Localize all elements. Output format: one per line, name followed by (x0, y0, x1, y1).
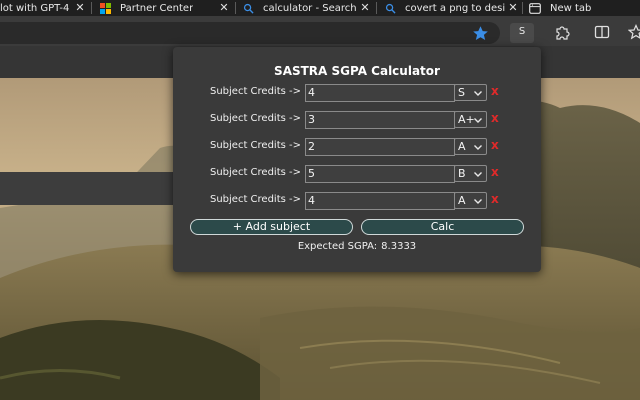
chevron-down-icon (474, 118, 482, 123)
subject-credits-label: Subject Credits -> (209, 167, 301, 178)
tab-png-search[interactable]: covert a png to desi ✕ (385, 0, 521, 16)
address-bar[interactable] (0, 22, 500, 44)
subject-row: Subject Credits -> 4 A x (173, 192, 541, 210)
tab-calculator-search[interactable]: calculator - Search ✕ (243, 0, 373, 16)
grade-select[interactable]: A+ (454, 111, 487, 128)
grade-value: S (458, 86, 465, 99)
credits-input[interactable]: 4 (305, 192, 455, 210)
page-side-panel (0, 172, 180, 205)
sgpa-value: 8.3333 (381, 241, 417, 252)
tab-title: covert a png to desi (405, 2, 506, 14)
credits-input[interactable]: 3 (305, 111, 455, 129)
subject-credits-label: Subject Credits -> (209, 194, 301, 205)
sgpa-label: Expected SGPA: (297, 241, 378, 252)
tab-title: lot with GPT-4 (0, 2, 70, 14)
browser-toolbar: S (0, 16, 640, 46)
popup-title: SASTRA SGPA Calculator (274, 64, 440, 78)
add-subject-button[interactable]: + Add subject (190, 219, 353, 235)
grade-select[interactable]: B (454, 165, 487, 182)
tab-new-tab[interactable]: New tab (529, 0, 640, 16)
extensions-puzzle-icon[interactable] (554, 24, 570, 40)
grade-value: A (458, 194, 466, 207)
expected-sgpa: Expected SGPA: 8.3333 (173, 241, 541, 252)
tab-divider (522, 2, 523, 14)
credits-input[interactable]: 2 (305, 138, 455, 156)
sgpa-extension-button[interactable]: S (510, 23, 534, 43)
favorites-icon[interactable] (628, 24, 640, 40)
grade-value: A (458, 140, 466, 153)
chevron-down-icon (474, 199, 482, 204)
tab-divider (235, 2, 236, 14)
tab-title: New tab (550, 2, 592, 14)
remove-subject-button[interactable]: x (491, 111, 499, 125)
close-tab-icon[interactable]: ✕ (74, 0, 86, 16)
credits-input[interactable]: 4 (305, 84, 455, 102)
close-tab-icon[interactable]: ✕ (507, 0, 519, 16)
subject-row: Subject Credits -> 4 S x (173, 84, 541, 102)
chevron-down-icon (474, 172, 482, 177)
credits-input[interactable]: 5 (305, 165, 455, 183)
remove-subject-button[interactable]: x (491, 192, 499, 206)
remove-subject-button[interactable]: x (491, 165, 499, 179)
close-tab-icon[interactable]: ✕ (218, 0, 230, 16)
sgpa-calculator-popup: SASTRA SGPA Calculator Subject Credits -… (173, 47, 541, 272)
tab-title: Partner Center (120, 2, 194, 14)
tab-strip: lot with GPT-4 ✕ Partner Center ✕ calcul… (0, 0, 640, 16)
grade-value: B (458, 167, 466, 180)
grade-select[interactable]: A (454, 192, 487, 209)
remove-subject-button[interactable]: x (491, 138, 499, 152)
subject-credits-label: Subject Credits -> (209, 86, 301, 97)
chevron-down-icon (474, 145, 482, 150)
subject-row: Subject Credits -> 2 A x (173, 138, 541, 156)
grade-select[interactable]: A (454, 138, 487, 155)
tab-divider (376, 2, 377, 14)
grade-select[interactable]: S (454, 84, 487, 101)
close-tab-icon[interactable]: ✕ (359, 0, 371, 16)
calc-button[interactable]: Calc (361, 219, 524, 235)
subject-credits-label: Subject Credits -> (209, 113, 301, 124)
extension-label: S (518, 26, 526, 37)
tab-divider (91, 2, 92, 14)
tab-gpt4[interactable]: lot with GPT-4 ✕ (0, 0, 88, 16)
subject-row: Subject Credits -> 5 B x (173, 165, 541, 183)
microsoft-logo-icon (100, 2, 111, 14)
search-icon (243, 3, 254, 14)
subject-row: Subject Credits -> 3 A+ x (173, 111, 541, 129)
search-icon (385, 3, 396, 14)
chevron-down-icon (474, 91, 482, 96)
remove-subject-button[interactable]: x (491, 84, 499, 98)
favorite-star-icon[interactable] (472, 25, 489, 42)
tab-title: calculator - Search (263, 2, 357, 14)
tab-partner-center[interactable]: Partner Center ✕ (100, 0, 232, 16)
new-tab-icon (529, 2, 541, 14)
subject-credits-label: Subject Credits -> (209, 140, 301, 151)
split-screen-icon[interactable] (594, 24, 610, 40)
